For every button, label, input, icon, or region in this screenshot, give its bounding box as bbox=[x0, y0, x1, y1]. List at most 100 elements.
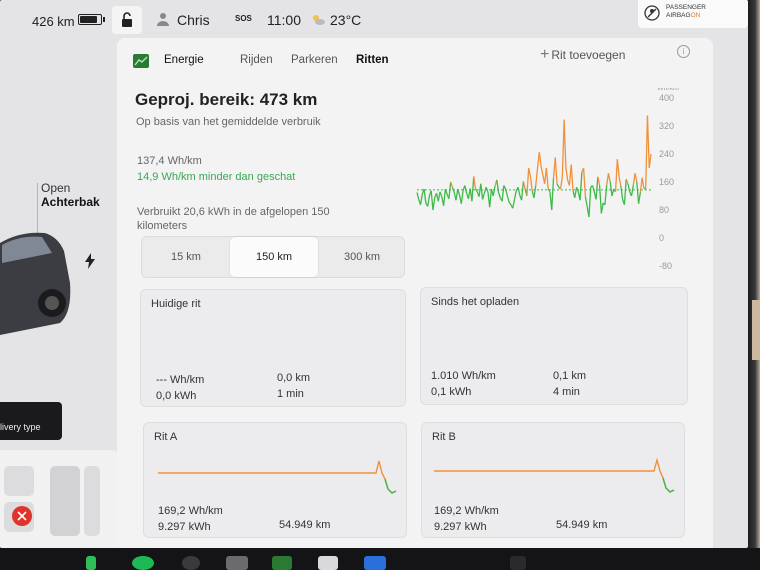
lock-button[interactable] bbox=[112, 6, 142, 34]
trunk-label: Achterbak bbox=[41, 195, 100, 209]
y-tick-label: -80 bbox=[659, 261, 672, 271]
consumption-line-segment bbox=[646, 115, 650, 169]
bluetooth-icon[interactable] bbox=[364, 556, 386, 570]
consumption-difference: 14,9 Wh/km minder dan geschat bbox=[137, 171, 296, 183]
dashboard-trim bbox=[752, 300, 760, 360]
range-15km-button[interactable]: 15 km bbox=[142, 237, 230, 277]
projected-range-subtitle: Op basis van het gemiddelde verbruik bbox=[136, 116, 321, 128]
consumption-line-segment bbox=[600, 202, 604, 214]
consumption-chart: 400 320 240 160 80 0 -80 Wh/km bbox=[416, 88, 679, 271]
consumption-line-segment bbox=[538, 152, 542, 167]
consumption-line-segment bbox=[526, 167, 530, 197]
consumption-line-segment bbox=[627, 183, 631, 192]
current-trip-consumption: --- Wh/km bbox=[156, 374, 205, 386]
consumption-line-segment bbox=[556, 183, 560, 188]
user-name[interactable]: Chris bbox=[177, 12, 210, 28]
consumption-line-segment bbox=[533, 185, 537, 198]
consumption-line-segment bbox=[432, 197, 436, 211]
energy-app-taskbar-icon[interactable] bbox=[272, 556, 292, 570]
energy-used-text: Verbruikt 20,6 kWh in de afgelopen 150 k… bbox=[137, 206, 330, 232]
consumption-line-segment bbox=[460, 190, 464, 204]
consumption-line-segment bbox=[457, 188, 461, 196]
spotify-icon[interactable] bbox=[132, 556, 154, 570]
tile-current-trip-title: Huidige rit bbox=[151, 298, 201, 310]
consumption-line-segment bbox=[559, 176, 564, 190]
screen: 426 km Chris SOS 11:00 23°C PASSENGER AI… bbox=[0, 0, 748, 548]
user-icon[interactable] bbox=[156, 12, 170, 26]
consumption-line-segment bbox=[489, 188, 493, 208]
consumption-line-segment bbox=[551, 178, 555, 211]
since-charge-energy: 0,1 kWh bbox=[431, 386, 472, 398]
add-trip-button[interactable]: + Rit toevoegen bbox=[540, 46, 625, 64]
taskbar bbox=[0, 548, 760, 570]
energy-card: Energie Rijden Parkeren Ritten + Rit toev… bbox=[117, 38, 713, 548]
consumption-line-segment bbox=[616, 159, 620, 177]
consumption-line-segment bbox=[620, 186, 624, 200]
tile-trip-b[interactable]: Rit B 169,2 Wh/km 9.297 kWh 54.949 km bbox=[421, 422, 685, 538]
consumption-line-segment bbox=[614, 159, 618, 192]
trip-b-distance: 54.949 km bbox=[556, 519, 608, 531]
consumption-line-segment bbox=[570, 164, 574, 191]
consumption-line-segment bbox=[637, 192, 642, 204]
tile-trip-a[interactable]: Rit A 169,2 Wh/km 9.297 kWh 54.949 km bbox=[143, 422, 407, 538]
trip-a-distance: 54.949 km bbox=[279, 519, 331, 531]
volume-icon[interactable] bbox=[510, 556, 526, 570]
consumption-line-segment bbox=[604, 185, 608, 205]
y-tick-label: 320 bbox=[659, 121, 674, 131]
consumption-line-segment bbox=[492, 186, 496, 197]
sos-badge[interactable]: SOS bbox=[235, 14, 252, 23]
consumption-line-segment bbox=[563, 119, 567, 169]
consumption-line-segment bbox=[520, 181, 525, 201]
delivery-type-label: livery type bbox=[0, 422, 41, 432]
y-tick-label: 400 bbox=[659, 93, 674, 103]
consumption-line-segment bbox=[545, 167, 549, 190]
consumption-line-segment bbox=[636, 181, 640, 204]
trip-b-energy: 9.297 kWh bbox=[434, 521, 487, 533]
consumption-line-segment bbox=[528, 167, 532, 177]
car-panel: Open Achterbak livery type bbox=[0, 38, 118, 548]
sun-cloud-icon bbox=[313, 15, 325, 25]
consumption-line-segment bbox=[430, 190, 434, 211]
phone-icon[interactable] bbox=[86, 556, 96, 570]
range-readout: 426 km bbox=[32, 14, 75, 29]
consumption-line-segment bbox=[481, 193, 485, 200]
consumption-line-segment bbox=[535, 167, 539, 186]
consumption-line-segment bbox=[565, 167, 569, 181]
tab-rijden[interactable]: Rijden bbox=[240, 54, 273, 66]
range-selector: 15 km 150 km 300 km bbox=[141, 236, 405, 278]
current-trip-energy: 0,0 kWh bbox=[156, 390, 197, 402]
range-300km-button[interactable]: 300 km bbox=[318, 237, 406, 277]
airbag-on: ON bbox=[690, 12, 701, 19]
consumption-line-segment bbox=[505, 188, 509, 197]
open-trunk-button[interactable]: Open Achterbak bbox=[41, 181, 100, 209]
trunk-open-label: Open bbox=[41, 181, 71, 195]
consumption-line-segment bbox=[508, 201, 512, 206]
tab-ritten[interactable]: Ritten bbox=[356, 54, 389, 66]
airbag-icon bbox=[644, 5, 660, 21]
consumption-line-segment bbox=[455, 188, 459, 201]
consumption-line-segment bbox=[630, 185, 634, 197]
range-150km-button[interactable]: 150 km bbox=[230, 237, 318, 277]
tab-parkeren[interactable]: Parkeren bbox=[291, 54, 338, 66]
tile-since-charge[interactable]: Sinds het opladen 1.010 Wh/km 0,1 km 0,1… bbox=[420, 287, 688, 405]
tile-current-trip[interactable]: Huidige rit --- Wh/km 0,0 km 0,0 kWh 1 m… bbox=[140, 289, 406, 407]
consumption-line-segment bbox=[597, 176, 601, 186]
camera-icon[interactable] bbox=[182, 556, 200, 570]
seat-map[interactable] bbox=[0, 450, 118, 548]
charge-bolt-icon bbox=[85, 253, 95, 269]
tile-since-charge-title: Sinds het opladen bbox=[431, 296, 520, 308]
consumption-line-segment bbox=[554, 157, 558, 184]
consumption-line-segment bbox=[480, 183, 484, 200]
calendar-icon[interactable] bbox=[318, 556, 338, 570]
media-icon[interactable] bbox=[226, 556, 248, 570]
consumption-line-segment bbox=[419, 194, 423, 205]
consumption-line-segment bbox=[513, 190, 517, 200]
info-icon[interactable]: i bbox=[677, 45, 690, 58]
delivery-type-button[interactable]: livery type bbox=[0, 402, 62, 440]
consumption-line-segment bbox=[423, 188, 427, 204]
consumption-line-segment bbox=[522, 181, 526, 190]
consumption-line-segment bbox=[582, 167, 587, 197]
consumption-line-segment bbox=[611, 188, 615, 197]
car-render[interactable] bbox=[0, 223, 110, 338]
consumption-line-segment bbox=[485, 187, 489, 193]
